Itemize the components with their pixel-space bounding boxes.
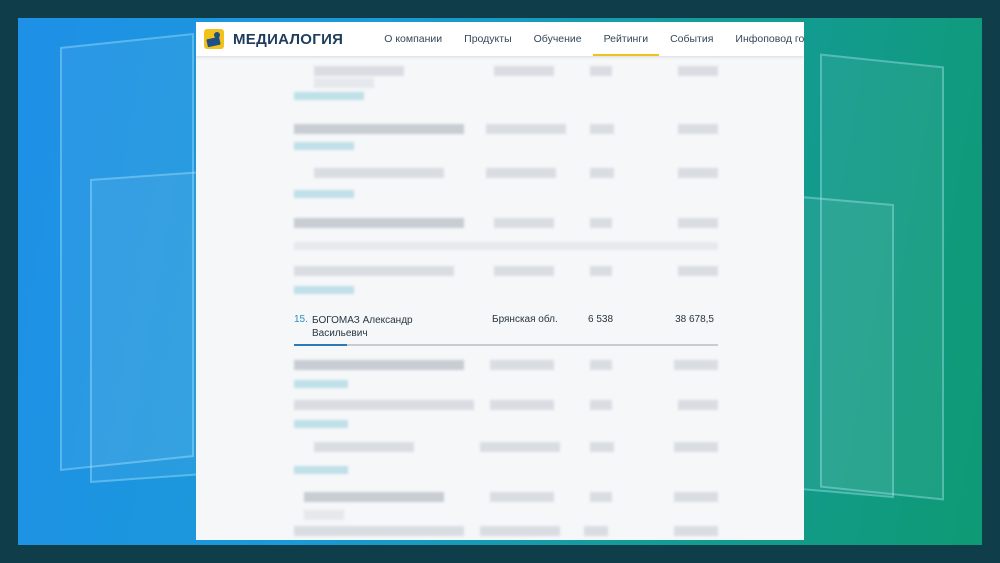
row-mentions: 6 538 bbox=[588, 314, 614, 325]
website-page: МЕДИАЛОГИЯ О компании Продукты Обучение … bbox=[196, 22, 804, 540]
ratings-table: 15. БОГОМАЗ Александр Васильевич Брянска… bbox=[196, 56, 804, 540]
blurred-row bbox=[294, 394, 718, 432]
nav-item-events[interactable]: События bbox=[659, 22, 724, 56]
table-row-highlighted[interactable]: 15. БОГОМАЗ Александр Васильевич Брянска… bbox=[294, 308, 718, 348]
row-name: БОГОМАЗ Александр Васильевич bbox=[312, 315, 413, 339]
blurred-row bbox=[294, 212, 718, 250]
blurred-row bbox=[294, 438, 718, 476]
row-index: 38 678,5 bbox=[675, 314, 714, 325]
background-glass-panel bbox=[800, 195, 894, 499]
blurred-row bbox=[294, 522, 718, 540]
background-glass-panel bbox=[90, 171, 204, 483]
nav-item-company[interactable]: О компании bbox=[373, 22, 453, 56]
brand-name: МЕДИАЛОГИЯ bbox=[233, 30, 344, 48]
row-progress-track bbox=[294, 344, 718, 346]
site-header: МЕДИАЛОГИЯ О компании Продукты Обучение … bbox=[196, 22, 804, 56]
blurred-row bbox=[294, 486, 718, 524]
blurred-row bbox=[294, 164, 718, 202]
blurred-row bbox=[294, 62, 718, 100]
row-region: Брянская обл. bbox=[492, 314, 558, 325]
row-progress-fill bbox=[294, 344, 347, 346]
row-rank: 15. bbox=[294, 314, 308, 325]
nav-item-infopovod[interactable]: Инфоповод года bbox=[724, 22, 804, 56]
main-nav: О компании Продукты Обучение Рейтинги Со… bbox=[373, 22, 804, 56]
nav-item-education[interactable]: Обучение bbox=[523, 22, 593, 56]
site-logo[interactable]: МЕДИАЛОГИЯ bbox=[204, 29, 343, 49]
nav-item-ratings[interactable]: Рейтинги bbox=[592, 22, 660, 56]
blurred-row bbox=[294, 118, 718, 156]
nav-item-products[interactable]: Продукты bbox=[453, 22, 522, 56]
blurred-row bbox=[294, 356, 718, 394]
medialogia-logo-icon bbox=[204, 29, 224, 49]
blurred-row bbox=[294, 260, 718, 298]
